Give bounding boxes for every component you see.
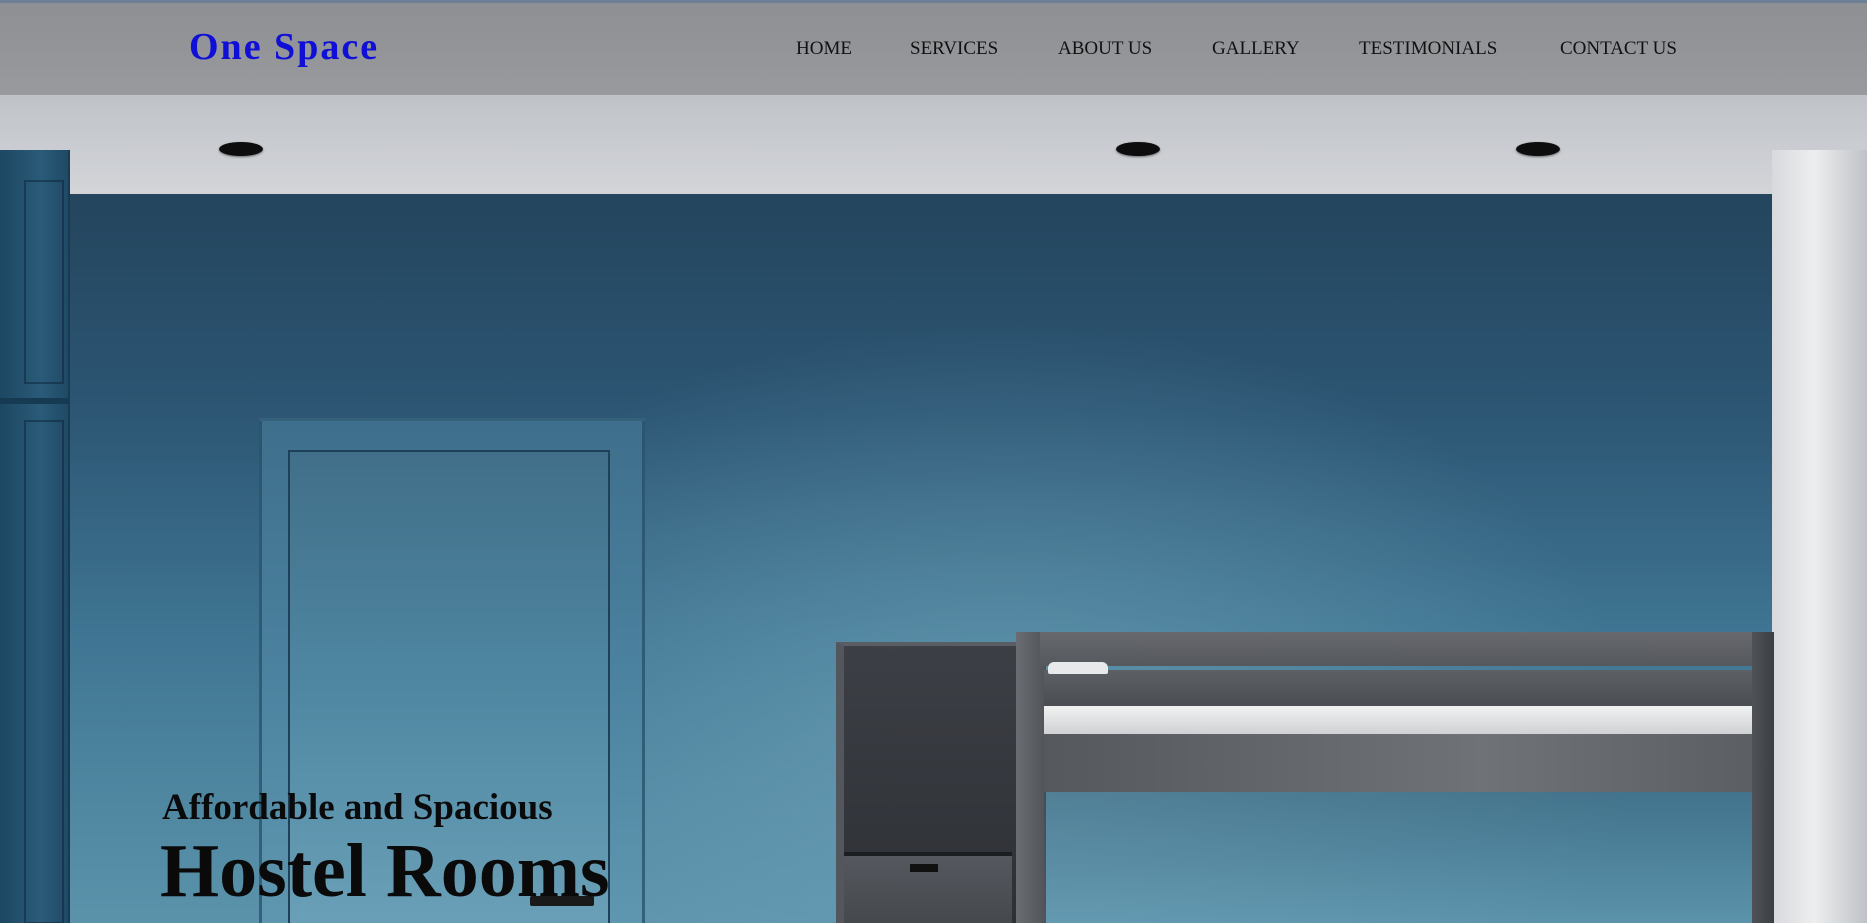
- nav-link-services[interactable]: SERVICES: [910, 38, 998, 60]
- pillow: [1048, 662, 1108, 674]
- bunk-bed-guard-rail: [1040, 632, 1774, 666]
- cabinet-panel-upper: [24, 180, 64, 384]
- nav-link-contact-us[interactable]: CONTACT US: [1560, 38, 1677, 60]
- ceiling-downlight: [1116, 142, 1160, 156]
- mattress: [1044, 706, 1752, 734]
- hero-subtitle: Affordable and Spacious: [162, 787, 553, 828]
- ceiling-downlight: [219, 142, 263, 156]
- drawer-pull: [910, 864, 938, 872]
- navbar: One Space HOME SERVICES ABOUT US GALLERY…: [0, 0, 1867, 95]
- bunk-bed-base: [1044, 734, 1774, 792]
- nav-link-testimonials[interactable]: TESTIMONIALS: [1359, 38, 1497, 60]
- bunk-bed-post-right: [1752, 632, 1774, 923]
- cabinet-panel-lower: [24, 420, 64, 923]
- hero-title: Hostel Rooms: [160, 829, 610, 913]
- bed-shadow: [1044, 792, 1752, 923]
- nav-link-gallery[interactable]: GALLERY: [1212, 38, 1300, 60]
- brand-logo[interactable]: One Space: [189, 25, 379, 69]
- hero-background-image: [0, 0, 1867, 923]
- cabinet-divider: [0, 398, 68, 404]
- ceiling-downlight: [1516, 142, 1560, 156]
- nav-link-about-us[interactable]: ABOUT US: [1058, 38, 1152, 60]
- white-side-wall: [1772, 150, 1867, 923]
- bunk-bed-post-left: [1016, 632, 1046, 923]
- page: One Space HOME SERVICES ABOUT US GALLERY…: [0, 0, 1867, 923]
- nav-link-home[interactable]: HOME: [796, 38, 852, 60]
- bunk-bed-rail: [1044, 670, 1774, 706]
